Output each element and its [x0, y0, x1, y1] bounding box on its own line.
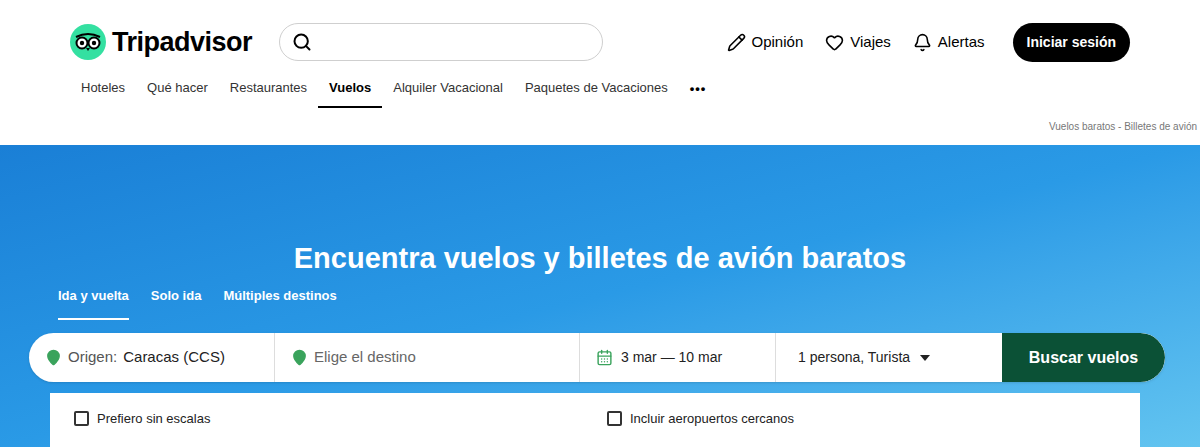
origin-field[interactable]: Origen:Caracas (CCS)	[29, 333, 275, 382]
destination-field[interactable]: Elige el destino	[275, 333, 580, 382]
nav-item[interactable]: Qué hacer	[136, 70, 219, 108]
nav-item[interactable]: Paquetes de Vacaciones	[514, 70, 679, 108]
bell-icon	[913, 33, 932, 52]
header-action[interactable]: Alertas	[913, 31, 985, 54]
hero: Encuentra vuelos y billetes de avión bar…	[0, 145, 1200, 447]
owl-logo-icon	[70, 24, 106, 60]
breadcrumb[interactable]: Vuelos baratos - Billetes de avión	[0, 108, 1200, 145]
nav-item[interactable]: Hoteles	[70, 70, 136, 108]
travellers-field[interactable]: 1 persona, Turista	[776, 333, 1002, 382]
trip-type-tab[interactable]: Ida y vuelta	[58, 286, 129, 320]
checkbox-box[interactable]	[607, 411, 622, 426]
trip-type-tab[interactable]: Múltiples destinos	[223, 286, 336, 320]
main-nav: HotelesQué hacerRestaurantesVuelosAlquil…	[70, 70, 1130, 108]
pin-icon	[291, 349, 308, 366]
pin-icon	[45, 349, 62, 366]
trip-type-tab[interactable]: Solo ida	[151, 286, 202, 320]
search-flights-button[interactable]: Buscar vuelos	[1002, 333, 1165, 382]
header-action[interactable]: Opinión	[727, 31, 804, 54]
dates-field[interactable]: 3 mar — 10 mar	[580, 333, 776, 382]
heart-icon	[825, 33, 844, 52]
nav-item[interactable]: Alquiler Vacacional	[382, 70, 514, 108]
login-button[interactable]: Iniciar sesión	[1013, 23, 1130, 62]
calendar-icon	[596, 349, 613, 366]
trip-type-tabs: Ida y vuelta Solo ida Múltiples destinos	[0, 286, 1200, 320]
logo[interactable]: Tripadvisor	[70, 22, 252, 63]
checkbox-box[interactable]	[74, 411, 89, 426]
page: Tripadvisor Opinión Viajes Alertas Iniciar s…	[0, 0, 1200, 447]
search-options: Prefiero sin escalasIncluir aeropuertos …	[50, 393, 1140, 447]
search-field[interactable]	[279, 23, 603, 61]
pencil-icon	[727, 33, 746, 52]
search-icon	[292, 32, 312, 52]
header: Tripadvisor Opinión Viajes Alertas Iniciar s…	[0, 0, 1200, 108]
nav-more[interactable]: •••	[679, 70, 718, 108]
hero-title: Encuentra vuelos y billetes de avión bar…	[0, 145, 1200, 276]
flight-search-bar: Origen:Caracas (CCS)Elige el destino3 ma…	[29, 333, 1165, 382]
option-checkbox[interactable]: Prefiero sin escalas	[50, 409, 595, 429]
caret-down-icon	[920, 355, 930, 361]
nav-item[interactable]: Vuelos	[318, 70, 382, 108]
header-action[interactable]: Viajes	[825, 31, 891, 54]
option-checkbox[interactable]: Incluir aeropuertos cercanos	[595, 409, 1140, 429]
nav-item[interactable]: Restaurantes	[219, 70, 318, 108]
